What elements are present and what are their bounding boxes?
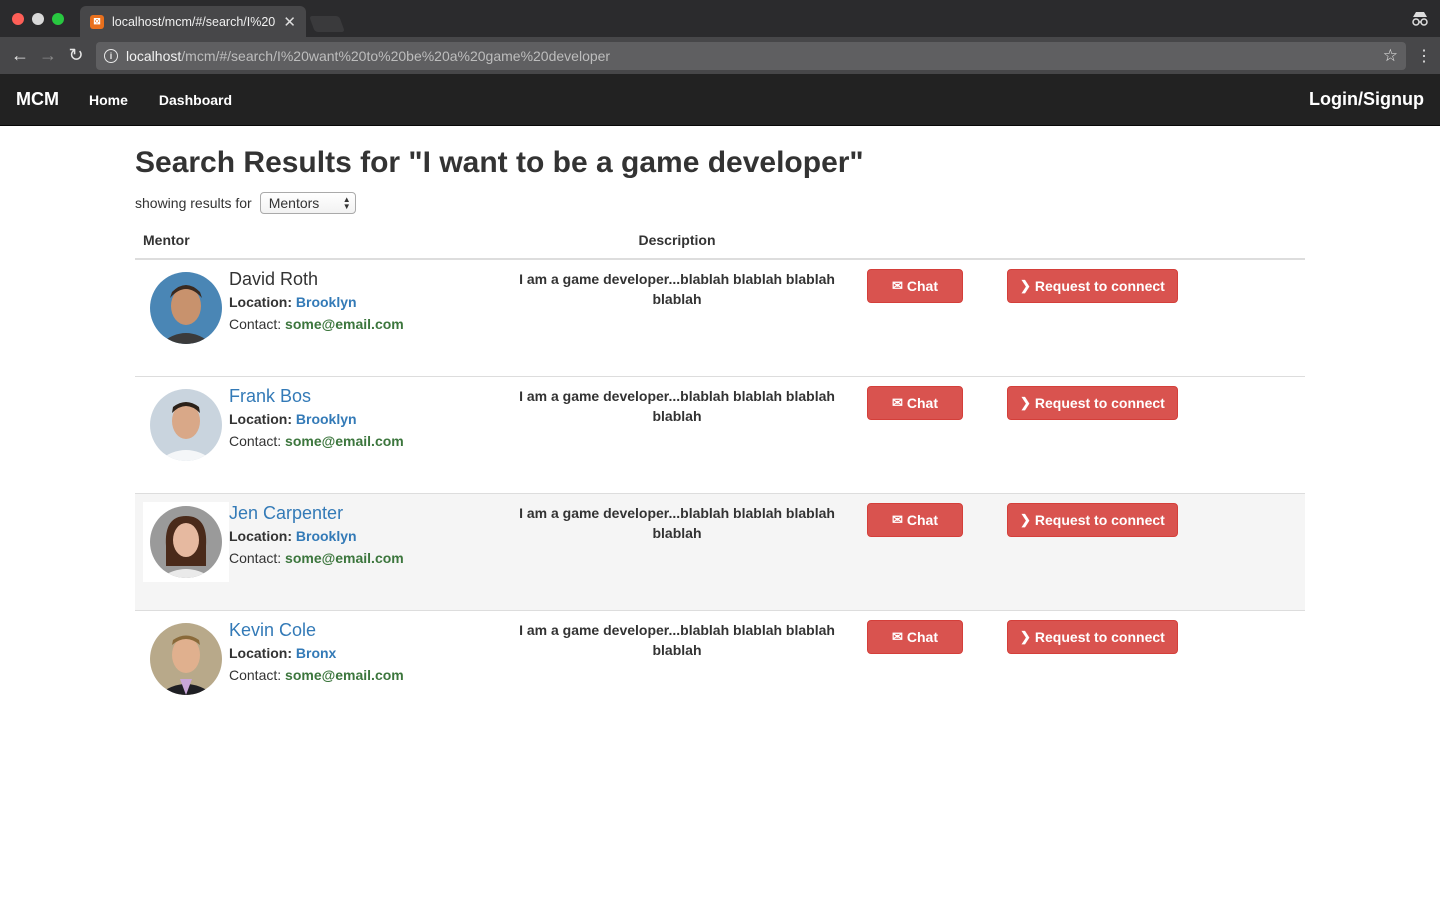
mentor-location: Location: Brooklyn [229,294,357,310]
mentor-name-link[interactable]: Kevin Cole [229,619,404,641]
chevron-right-icon: ❯ [1020,511,1031,527]
search-results-container: Search Results for "I want to be a game … [135,126,1305,727]
column-header-description: Description [495,222,859,260]
envelope-icon: ✉ [891,278,903,293]
avatar-photo [150,272,222,344]
request-connect-button[interactable]: ❯ Request to connect [1007,619,1178,654]
favicon-icon: ⊠ [90,14,104,29]
nav-home[interactable]: Home [89,92,128,108]
chevron-right-icon: ❯ [1020,394,1031,410]
bookmark-star-icon[interactable]: ☆ [1383,46,1398,66]
maximize-window-button[interactable] [52,13,64,25]
chat-button[interactable]: ✉ Chat [867,502,963,537]
mentor-contact: Contact: some@email.com [229,316,404,332]
new-tab-button[interactable] [309,16,345,32]
avatar-photo [150,388,222,461]
avatar-photo [150,622,222,695]
mentor-location: Location: Bronx [229,644,337,661]
avatar [143,384,229,465]
request-connect-button[interactable]: ❯ Request to connect [1007,269,1178,303]
info-icon[interactable]: i [104,48,118,63]
table-row: David Roth Location: Brooklyn Contact: s… [135,259,1305,376]
browser-menu-icon[interactable]: ⋮ [1414,46,1434,66]
email-text: some@email.com [285,666,404,683]
location-link[interactable]: Brooklyn [296,528,357,544]
table-row: Kevin Cole Location: Bronx Contact: some… [135,609,1305,727]
table-row: Frank Bos Location: Brooklyn Contact: so… [135,375,1305,493]
chat-button[interactable]: ✉ Chat [867,619,963,654]
app-navbar: MCM Home Dashboard Login/Signup [0,74,1440,126]
chat-button[interactable]: ✉ Chat [867,385,963,420]
results-table: Mentor Description David Roth Location: … [135,222,1305,727]
nav-dashboard[interactable]: Dashboard [159,92,232,108]
brand-logo[interactable]: MCM [16,89,59,110]
mentor-name-link[interactable]: Frank Bos [229,385,404,407]
mentor-description: I am a game developer...blablah blablah … [495,609,859,727]
mentor-description: I am a game developer...blablah blablah … [495,492,859,610]
mentor-contact: Contact: some@email.com [229,549,404,566]
mentor-contact: Contact: some@email.com [229,432,404,449]
avatar [143,268,229,348]
request-connect-button[interactable]: ❯ Request to connect [1007,385,1178,420]
chat-button[interactable]: ✉ Chat [867,269,963,303]
envelope-icon: ✉ [891,628,903,644]
select-arrows-icon: ▲ ▼ [342,195,351,211]
close-window-button[interactable] [12,13,24,25]
chevron-right-icon: ❯ [1020,628,1031,644]
avatar [143,501,229,582]
filter-row: showing results for Mentors ▲ ▼ [135,192,1305,214]
request-connect-button[interactable]: ❯ Request to connect [1007,502,1178,537]
result-type-select[interactable]: Mentors ▲ ▼ [259,192,356,214]
page-title: Search Results for "I want to be a game … [135,146,864,179]
chevron-right-icon: ❯ [1020,278,1031,293]
back-icon[interactable]: ← [6,42,34,70]
column-header-mentor: Mentor [135,222,495,260]
reload-icon[interactable]: ↻ [62,42,90,70]
location-link[interactable]: Bronx [296,645,336,661]
avatar [143,618,229,699]
mentor-contact: Contact: some@email.com [229,666,404,683]
location-link[interactable]: Brooklyn [296,411,357,427]
avatar-photo [150,505,222,578]
browser-toolbar: ← → ↻ i localhost/mcm/#/search/I%20want%… [0,37,1440,74]
mentor-location: Location: Brooklyn [229,527,357,544]
login-signup-link[interactable]: Login/Signup [1309,89,1424,110]
incognito-icon [1412,12,1428,26]
mentor-name-link[interactable]: Jen Carpenter [229,502,404,524]
filter-label: showing results for [135,195,252,211]
email-text: some@email.com [285,549,404,566]
tab-title: localhost/mcm/#/search/I%20 [112,14,276,29]
email-text: some@email.com [285,432,404,449]
email-text: some@email.com [285,316,404,332]
envelope-icon: ✉ [891,394,903,410]
browser-tab[interactable]: ⊠ localhost/mcm/#/search/I%20 ✕ [80,6,306,37]
minimize-window-button[interactable] [32,13,44,25]
envelope-icon: ✉ [891,511,903,527]
location-link[interactable]: Brooklyn [296,294,357,310]
table-row: Jen Carpenter Location: Brooklyn Contact… [135,492,1305,610]
tab-close-icon[interactable]: ✕ [283,13,296,31]
mentor-location: Location: Brooklyn [229,410,357,427]
mentor-description: I am a game developer...blablah blablah … [495,375,859,493]
mentor-name: David Roth [229,269,319,289]
url-text[interactable]: localhost/mcm/#/search/I%20want%20to%20b… [126,48,1383,64]
mentor-description: I am a game developer...blablah blablah … [519,271,835,307]
browser-tabstrip: ⊠ localhost/mcm/#/search/I%20 ✕ [0,0,1440,37]
address-bar[interactable]: i localhost/mcm/#/search/I%20want%20to%2… [96,41,1406,70]
select-value: Mentors [268,195,320,211]
forward-icon[interactable]: → [34,42,62,70]
